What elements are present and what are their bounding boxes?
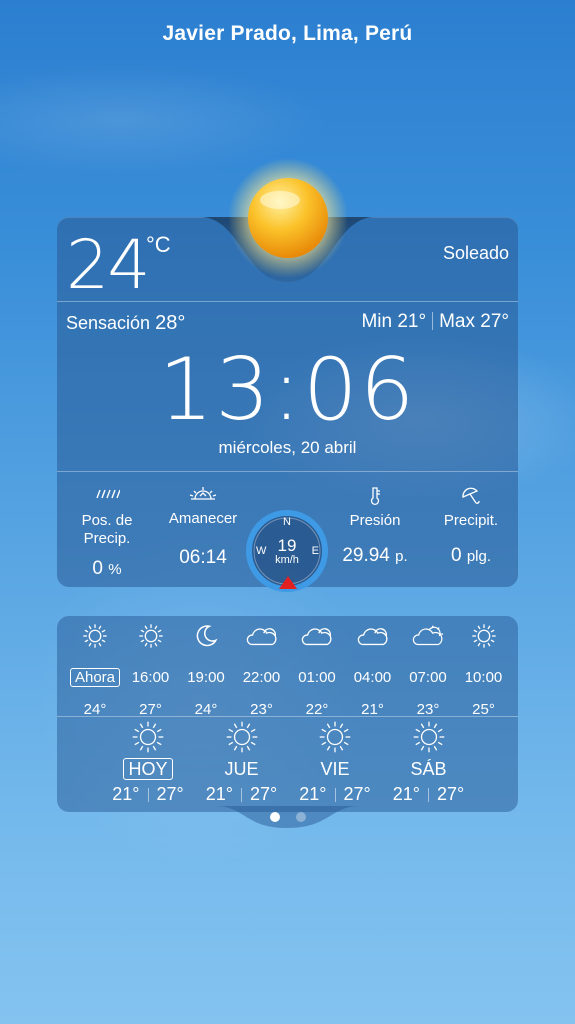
rain-icon [57, 486, 157, 506]
compass-north: N [283, 516, 291, 528]
feels-like-value: 28° [155, 312, 186, 334]
hourly-item: 16:00 27° [121, 622, 181, 718]
page-dot-active[interactable] [270, 812, 280, 822]
sunrise: Amanecer 06:14 [153, 484, 253, 569]
feels-like: Sensación 28° [66, 312, 185, 335]
umbrella-icon [421, 486, 521, 506]
divider [57, 301, 518, 302]
cloud-sun-icon [398, 622, 458, 650]
hourly-time: 19:00 [187, 669, 225, 686]
daily-max: 27° [250, 784, 278, 804]
sunrise-icon [153, 484, 253, 504]
max-label: Max [439, 311, 475, 332]
daily-min: 21° [299, 784, 327, 804]
precipitation-label: Precipit. [443, 512, 499, 529]
daily-item: JUE 21° 27° [195, 720, 289, 805]
pressure-value: 29.94 p. [342, 545, 408, 566]
sun-icon [195, 720, 289, 754]
hourly-item: 01:00 22° [287, 622, 347, 718]
daily-item: HOY 21° 27° [101, 720, 195, 805]
hourly-item: 22:00 23° [232, 622, 292, 718]
divider [57, 471, 518, 472]
pressure-label: Presión [349, 512, 401, 529]
sun-icon [288, 720, 382, 754]
daily-range: 21° 27° [382, 784, 476, 805]
sun-icon [101, 720, 195, 754]
daily-day: JUE [224, 759, 259, 779]
precip-probability-label: Pos. de Precip. [81, 512, 133, 547]
hourly-item: Ahora 24° [65, 622, 125, 718]
thermometer-icon [325, 486, 425, 506]
hourly-time: 01:00 [298, 669, 336, 686]
hourly-time: Ahora [65, 668, 125, 688]
divider [57, 716, 518, 717]
daily-item: SÁB 21° 27° [382, 720, 476, 805]
pressure: Presión 29.94 p. [325, 486, 425, 567]
precip-probability-value: 0 % [92, 558, 122, 579]
sun-icon [228, 158, 348, 278]
min-max-temperature: Min 21° Max 27° [361, 311, 509, 333]
sun-icon [65, 622, 125, 650]
daily-day: SÁB [410, 759, 447, 779]
weather-condition: Soleado [442, 243, 509, 263]
daily-min: 21° [392, 784, 420, 804]
wind-speed: 19 [277, 536, 297, 555]
hourly-time: 04:00 [353, 669, 392, 686]
hourly-item: 19:00 24° [176, 622, 236, 718]
sun-icon [454, 622, 514, 650]
daily-max: 27° [156, 784, 184, 804]
clock-date: miércoles, 20 abril [218, 438, 357, 457]
precip-probability: Pos. de Precip. 0 % [57, 486, 157, 580]
wind-unit: km/h [275, 554, 299, 566]
sunrise-label: Amanecer [168, 510, 238, 527]
moon-icon [176, 622, 236, 650]
min-value: 21° [397, 311, 427, 332]
cloud-icon [232, 622, 292, 650]
daily-min: 21° [112, 784, 140, 804]
hourly-time: 07:00 [409, 669, 447, 686]
hourly-time: 10:00 [464, 669, 503, 686]
page-dots[interactable] [270, 812, 310, 822]
current-temperature: 24 [66, 226, 151, 305]
daily-range: 21° 27° [288, 784, 382, 805]
max-value: 27° [480, 311, 509, 332]
daily-max: 27° [437, 784, 465, 804]
min-label: Min [361, 311, 393, 332]
hourly-item: 07:00 23° [398, 622, 458, 718]
wind-direction-arrow-icon [279, 576, 297, 589]
page-dot[interactable] [296, 812, 306, 822]
daily-max: 27° [343, 784, 371, 804]
hourly-time: 16:00 [131, 669, 170, 686]
sun-icon [382, 720, 476, 754]
location-title: Javier Prado, Lima, Perú [162, 22, 413, 45]
precipitation-value: 0 plg. [450, 545, 492, 566]
hourly-item: 10:00 25° [454, 622, 514, 718]
daily-item: VIE 21° 27° [288, 720, 382, 805]
daily-day: HOY [101, 758, 195, 780]
daily-day: VIE [320, 759, 350, 779]
daily-min: 21° [205, 784, 233, 804]
daily-range: 21° 27° [195, 784, 289, 805]
hourly-item: 04:00 21° [343, 622, 403, 718]
clock-time: 13:06 [158, 340, 417, 440]
temperature-unit: °C [146, 232, 171, 257]
cloud-icon [287, 622, 347, 650]
cloud-icon [343, 622, 403, 650]
sun-icon [121, 622, 181, 650]
hourly-time: 22:00 [242, 669, 281, 686]
feels-like-label: Sensación [66, 313, 151, 333]
daily-range: 21° 27° [101, 784, 195, 805]
sunrise-value: 06:14 [179, 547, 227, 568]
precipitation: Precipit. 0 plg. [421, 486, 521, 567]
